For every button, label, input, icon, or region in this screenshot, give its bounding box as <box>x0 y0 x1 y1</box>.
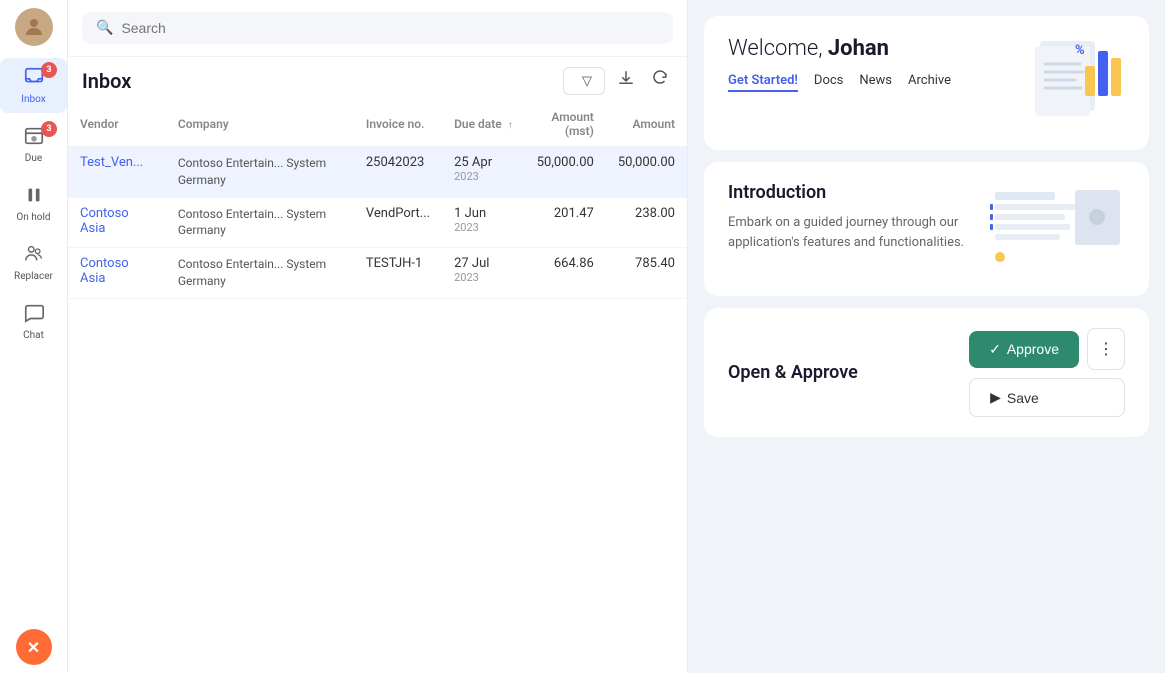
approve-check-icon: ✓ <box>989 341 1001 358</box>
search-input-wrap[interactable]: 🔍 <box>82 12 673 44</box>
welcome-card: Welcome, Johan Get Started! Docs News Ar… <box>704 16 1149 150</box>
sort-asc-icon: ↑ <box>508 120 513 131</box>
svg-text:%: % <box>1075 43 1085 58</box>
welcome-title: Welcome, Johan <box>728 36 951 61</box>
more-options-button[interactable]: ⋮ <box>1087 328 1125 370</box>
cell-invoice: TESTJH-1 <box>354 248 442 299</box>
cell-vendor: Test_Ven... <box>68 147 166 198</box>
sidebar-item-replacer-label: Replacer <box>14 271 53 282</box>
cell-amount: 785.40 <box>606 248 687 299</box>
filter-icon: ▽ <box>582 73 592 89</box>
sidebar-item-inbox[interactable]: Inbox 3 <box>0 58 67 113</box>
inbox-actions: ▽ <box>563 65 673 96</box>
nav-get-started[interactable]: Get Started! <box>728 73 798 92</box>
sidebar-item-replacer[interactable]: Replacer <box>0 235 67 290</box>
table-row[interactable]: Test_Ven... Contoso Entertain... System … <box>68 147 687 198</box>
filter-button[interactable]: ▽ <box>563 67 605 95</box>
welcome-text: Welcome, Johan Get Started! Docs News Ar… <box>728 36 951 92</box>
cell-amount-mst: 50,000.00 <box>525 147 606 198</box>
intro-title: Introduction <box>728 182 969 203</box>
inbox-header: Inbox ▽ <box>68 57 687 102</box>
welcome-nav: Get Started! Docs News Archive <box>728 73 951 92</box>
approve-title: Open & Approve <box>728 362 858 383</box>
cell-amount: 50,000.00 <box>606 147 687 198</box>
cell-invoice: 25042023 <box>354 147 442 198</box>
search-icon: 🔍 <box>96 20 113 36</box>
cell-company: Contoso Entertain... System Germany <box>166 248 354 299</box>
welcome-illustration: % <box>1005 36 1125 130</box>
sidebar-item-onhold-label: On hold <box>16 212 50 223</box>
approve-button[interactable]: ✓ Approve <box>969 331 1079 368</box>
cell-amount-mst: 664.86 <box>525 248 606 299</box>
search-bar: 🔍 <box>68 0 687 57</box>
intro-card: Introduction Embark on a guided journey … <box>704 162 1149 296</box>
sidebar: Inbox 3 Due 3 On hold <box>0 0 68 673</box>
col-amount-mst: Amount(mst) <box>525 102 606 147</box>
cell-company: Contoso Entertain... System Germany <box>166 147 354 198</box>
save-button[interactable]: ▶ Save <box>969 378 1125 417</box>
intro-illustration <box>985 182 1125 276</box>
due-badge: 3 <box>41 121 57 137</box>
sidebar-item-inbox-label: Inbox <box>21 94 45 105</box>
cell-vendor: Contoso Asia <box>68 197 166 248</box>
cell-vendor: Contoso Asia <box>68 248 166 299</box>
sidebar-item-due-label: Due <box>25 153 42 164</box>
cell-invoice: VendPort... <box>354 197 442 248</box>
avatar <box>15 8 53 46</box>
cell-duedate: 1 Jun 2023 <box>442 197 525 248</box>
sidebar-item-chat-label: Chat <box>23 330 44 341</box>
onhold-icon <box>23 184 45 209</box>
cell-company: Contoso Entertain... System Germany <box>166 197 354 248</box>
search-input[interactable] <box>121 20 659 36</box>
col-amount: Amount <box>606 102 687 147</box>
app-logo: ✕ <box>16 629 52 665</box>
cell-amount: 238.00 <box>606 197 687 248</box>
sidebar-bottom: ✕ <box>16 629 52 665</box>
inbox-title: Inbox <box>82 69 131 93</box>
col-vendor: Vendor <box>68 102 166 147</box>
cell-duedate: 27 Jul 2023 <box>442 248 525 299</box>
download-button[interactable] <box>613 65 639 96</box>
inbox-table: Vendor Company Invoice no. Due date ↑ Am… <box>68 102 687 673</box>
table-row[interactable]: Contoso Asia Contoso Entertain... System… <box>68 197 687 248</box>
col-invoice: Invoice no. <box>354 102 442 147</box>
cell-duedate: 25 Apr 2023 <box>442 147 525 198</box>
sidebar-item-chat[interactable]: Chat <box>0 294 67 349</box>
replacer-icon <box>23 243 45 268</box>
right-panel: Welcome, Johan Get Started! Docs News Ar… <box>688 0 1165 673</box>
approve-card: Open & Approve ✓ Approve ⋮ ▶ Save <box>704 308 1149 437</box>
col-company: Company <box>166 102 354 147</box>
nav-archive[interactable]: Archive <box>908 73 951 92</box>
approve-actions: ✓ Approve ⋮ ▶ Save <box>969 328 1125 417</box>
chat-icon <box>23 302 45 327</box>
inbox-panel: 🔍 Inbox ▽ <box>68 0 688 673</box>
inbox-badge: 3 <box>41 62 57 78</box>
nav-docs[interactable]: Docs <box>814 73 843 92</box>
intro-description: Embark on a guided journey through our a… <box>728 213 969 252</box>
main-content: 🔍 Inbox ▽ <box>68 0 1165 673</box>
save-icon: ▶ <box>990 389 1001 406</box>
col-duedate[interactable]: Due date ↑ <box>442 102 525 147</box>
sidebar-item-due[interactable]: Due 3 <box>0 117 67 172</box>
nav-news[interactable]: News <box>859 73 892 92</box>
intro-text: Introduction Embark on a guided journey … <box>728 182 969 252</box>
sidebar-item-onhold[interactable]: On hold <box>0 176 67 231</box>
cell-amount-mst: 201.47 <box>525 197 606 248</box>
refresh-button[interactable] <box>647 65 673 96</box>
table-row[interactable]: Contoso Asia Contoso Entertain... System… <box>68 248 687 299</box>
